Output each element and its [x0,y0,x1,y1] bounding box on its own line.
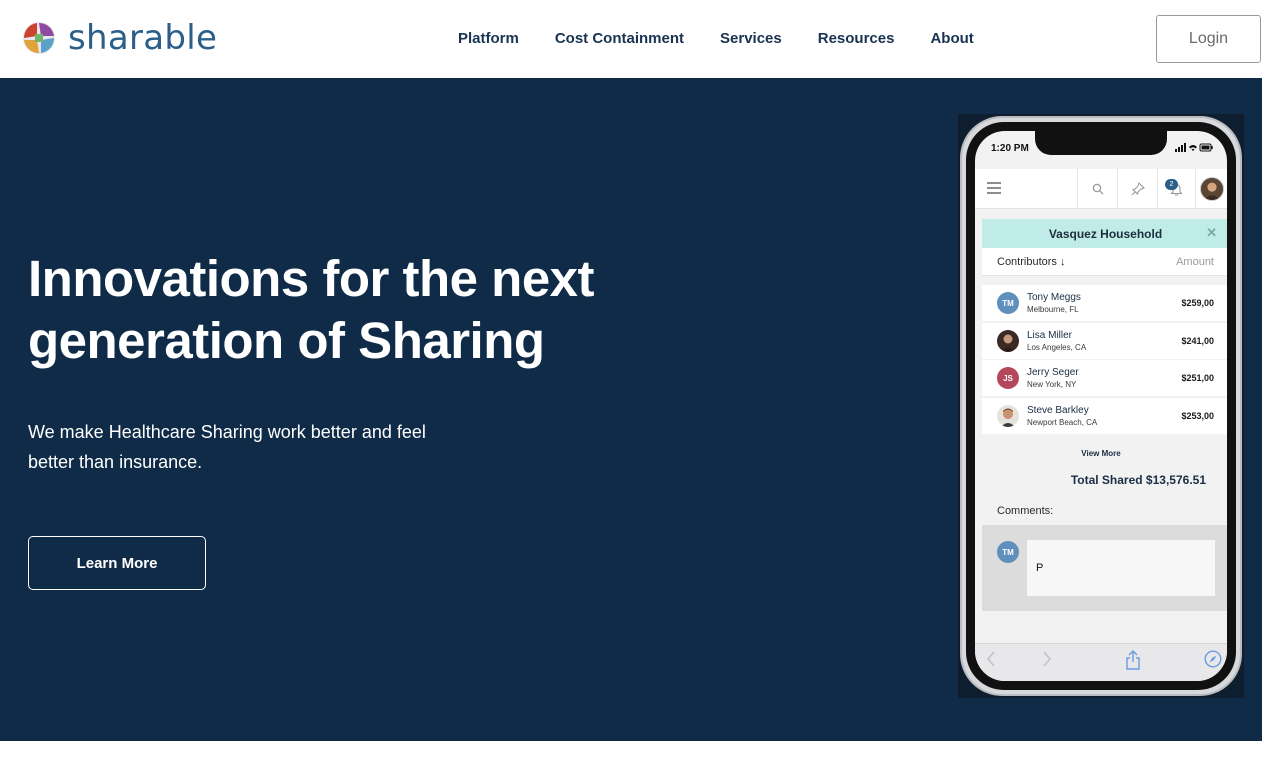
comment-input[interactable] [1027,540,1215,596]
contributor-location: Melbourne, FL [1027,305,1079,314]
contributor-name: Tony Meggs [1027,292,1081,303]
sharable-logo[interactable]: sharable [22,20,217,56]
main-menu: Platform Cost Containment Services Resou… [440,28,992,50]
household-header: Vasquez Household ✕ [982,219,1227,248]
top-navbar: sharable Platform Cost Containment Servi… [0,0,1262,78]
user-avatar-icon [1199,177,1224,201]
list-item[interactable]: Lisa Miller Los Angeles, CA $241,00 [982,322,1227,359]
phone-notch [1035,131,1167,155]
bell-icon[interactable] [1157,169,1195,209]
nav-item-cost-containment[interactable]: Cost Containment [555,28,684,50]
household-title: Vasquez Household [1048,226,1163,241]
learn-more-button[interactable]: Learn More [28,536,206,590]
logo-text: sharable [68,18,218,58]
contributor-name: Jerry Seger [1027,367,1079,378]
total-shared: Total Shared $13,576.51 [1070,473,1206,487]
browser-toolbar [975,643,1227,681]
status-time: 1:20 PM [991,143,1029,154]
contributor-location: New York, NY [1027,380,1077,389]
contributor-name: Steve Barkley [1027,404,1089,416]
contributor-amount: $259,00 [1181,298,1214,308]
avatar: JS [997,367,1019,389]
search-icon[interactable] [1077,169,1117,209]
hero-subtitle: We make Healthcare Sharing work better a… [28,422,426,472]
nav-item-resources[interactable]: Resources [818,28,895,50]
hero-title: Innovations for the next generation of S… [28,250,595,369]
contributors-header: Contributors ↓ Amount [982,248,1227,276]
avatar: TM [997,541,1019,563]
contributor-amount: $253,00 [1181,410,1214,421]
share-icon[interactable] [1125,650,1141,675]
login-button[interactable]: Login [1156,15,1261,63]
hamburger-icon[interactable] [987,182,1001,194]
contributor-amount: $251,00 [1181,373,1214,383]
avatar [997,404,1019,427]
comment-composer: TM [982,525,1227,611]
contributors-sort-header[interactable]: Contributors ↓ [997,256,1065,268]
comments-label: Comments: [997,505,1054,517]
notification-badge: 2 [1165,179,1178,190]
nav-item-platform[interactable]: Platform [458,28,519,50]
contributor-amount: $241,00 [1181,335,1214,346]
phone-bezel: 1:20 PM 2 Vasquez Household ✕ Contributo… [966,122,1236,690]
app-toolbar: 2 [975,169,1227,209]
phone-screen: 1:20 PM 2 Vasquez Household ✕ Contributo… [975,131,1227,681]
chevron-right-icon[interactable] [1041,650,1053,673]
list-item[interactable]: TM Tony Meggs Melbourne, FL $259,00 [982,285,1227,321]
contributor-name: Lisa Miller [1027,329,1073,341]
signal-wifi-battery-icon [1175,143,1213,154]
amount-header: Amount [1176,255,1214,268]
contributor-location: Los Angeles, CA [1027,342,1087,352]
list-item[interactable]: JS Jerry Seger New York, NY $251,00 [982,360,1227,396]
logo-mark-icon [23,22,55,54]
view-more-link[interactable]: View More [975,449,1227,458]
nav-item-services[interactable]: Services [720,28,782,50]
chevron-left-icon[interactable] [985,650,997,673]
avatar [997,329,1019,352]
profile-avatar[interactable] [1195,169,1227,209]
contributor-location: Newport Beach, CA [1027,417,1098,427]
contributors-list: TM Tony Meggs Melbourne, FL $259,00 Lisa… [982,285,1227,435]
hero-section: Innovations for the next generation of S… [0,78,1262,741]
close-icon[interactable]: ✕ [1206,225,1217,241]
pin-icon[interactable] [1117,169,1157,209]
phone-mockup: 1:20 PM 2 Vasquez Household ✕ Contributo… [960,116,1242,696]
list-item[interactable]: Steve Barkley Newport Beach, CA $253,00 [982,397,1227,434]
nav-item-about[interactable]: About [930,28,973,50]
compass-icon[interactable] [1204,650,1222,673]
avatar: TM [997,292,1019,314]
